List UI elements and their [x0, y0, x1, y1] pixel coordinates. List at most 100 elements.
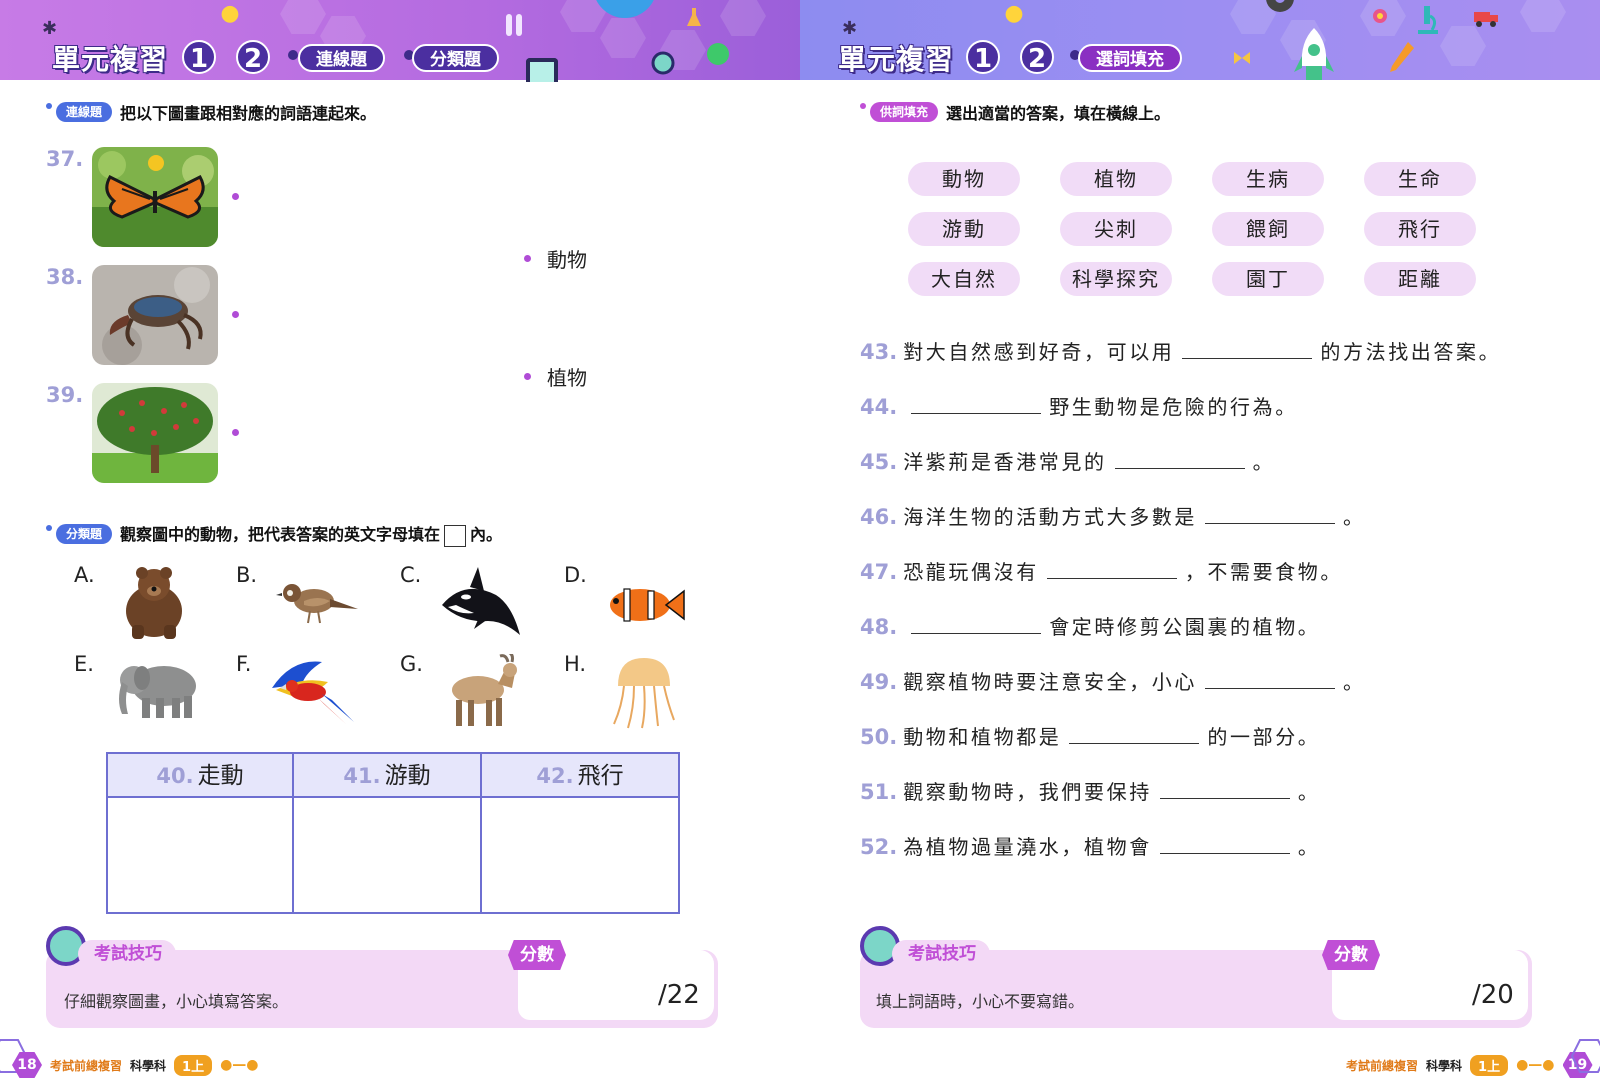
animal-letter: E. — [74, 652, 94, 676]
bear-icon — [126, 567, 182, 639]
word-bank-item[interactable]: 大自然 — [908, 262, 1020, 296]
flask-icon — [687, 8, 701, 26]
unit-number-2: 2 — [236, 40, 270, 74]
section-tag-classify: 分類題 — [56, 523, 113, 544]
question-number: 40. — [156, 764, 194, 788]
heading-dot — [46, 103, 52, 109]
animal-f: F. — [236, 652, 396, 732]
header-tag-matching: 連線題 — [298, 44, 385, 72]
pencil-icon — [1390, 42, 1414, 72]
matching-instruction: 把以下圖畫跟相對應的詞語連起來。 — [120, 104, 377, 123]
word-bank-item[interactable]: 園丁 — [1212, 262, 1324, 296]
animal-g: G. — [400, 652, 560, 732]
answer-blank[interactable] — [1205, 669, 1336, 689]
word-bank-item[interactable]: 尖刺 — [1060, 212, 1172, 246]
option-dot[interactable] — [524, 255, 531, 262]
answer-blank[interactable] — [1159, 779, 1290, 799]
animal-b: B. — [236, 563, 396, 643]
butterfly-photo — [92, 147, 218, 247]
answer-box-sample — [444, 524, 467, 547]
word-bank-item[interactable]: 生命 — [1364, 162, 1476, 196]
score-total: /22 — [658, 980, 700, 1010]
answer-cell[interactable] — [108, 798, 292, 910]
answer-cell[interactable] — [294, 798, 480, 910]
header-label: 游動 — [384, 763, 431, 789]
answer-blank[interactable] — [1046, 559, 1177, 579]
lightbulb-icon: ● — [1004, 1, 1024, 26]
match-option-plant[interactable]: 植物 — [524, 362, 587, 391]
goat-icon — [452, 654, 517, 726]
question-text-after: 。 — [1297, 835, 1321, 859]
corner-decoration — [1570, 1039, 1600, 1073]
crab-photo — [92, 265, 218, 365]
answer-blank[interactable] — [1182, 339, 1313, 359]
animal-letter: C. — [400, 563, 422, 587]
score-total: /20 — [1472, 980, 1514, 1010]
connector-icon: ●—● — [220, 1057, 259, 1073]
match-dot[interactable] — [232, 193, 239, 200]
question-text-after: 野生動物是危險的行為。 — [1049, 395, 1298, 419]
page-footer: 考試前總複習 科學科 1上 ●—● 19 — [1346, 1052, 1593, 1078]
question-text-before: 恐龍玩偶沒有 — [903, 560, 1039, 584]
answer-blank[interactable] — [911, 614, 1042, 634]
question-text-before: 動物和植物都是 — [903, 725, 1062, 749]
word-bank-item[interactable]: 科學探究 — [1060, 262, 1172, 296]
word-bank-item[interactable]: 生病 — [1212, 162, 1324, 196]
answer-cell[interactable] — [482, 798, 678, 910]
earth-icon — [596, 0, 654, 18]
word-bank-item[interactable]: 餵飼 — [1212, 212, 1324, 246]
header-band: ✱ ● 單元複習 1 2 連線題 分類題 — [0, 0, 800, 82]
fill-question-45: 45. 洋紫荊是香港常見的 。 — [860, 446, 1275, 475]
match-item-38: 38. — [46, 265, 286, 365]
orca-icon — [442, 567, 520, 635]
fill-question-51: 51. 觀察動物時，我們要保持 。 — [860, 776, 1320, 805]
match-dot[interactable] — [232, 429, 239, 436]
table-header: 42. 飛行 — [482, 754, 678, 798]
microscope-icon — [1418, 6, 1438, 34]
screen-icon — [526, 58, 558, 82]
word-bank-item[interactable]: 植物 — [1060, 162, 1172, 196]
header-band: ✱ ● 單元複習 1 2 選詞填充 — [800, 0, 1600, 80]
match-option-animal[interactable]: 動物 — [524, 244, 587, 273]
question-number: 41. — [343, 764, 381, 788]
fill-question-43: 43. 對大自然感到好奇，可以用 的方法找出答案。 — [860, 336, 1501, 365]
animal-letter: A. — [74, 563, 95, 587]
word-bank-item[interactable]: 游動 — [908, 212, 1020, 246]
unit-number-1: 1 — [182, 40, 216, 74]
book-title: 考試前總複習 — [1346, 1058, 1419, 1073]
answer-blank[interactable] — [911, 394, 1042, 414]
question-number: 37. — [46, 147, 84, 171]
lightbulb-icon: ● — [220, 1, 240, 26]
answer-blank[interactable] — [1069, 724, 1200, 744]
answer-blank[interactable] — [1205, 504, 1336, 524]
page-number: 18 — [12, 1052, 42, 1078]
jellyfish-icon — [613, 658, 675, 729]
question-number: 43. — [860, 340, 898, 364]
tree-photo — [92, 383, 218, 483]
table-column-walk: 40. 走動 — [108, 754, 294, 912]
question-text-after: 。 — [1343, 505, 1366, 529]
animal-letter: H. — [564, 652, 587, 676]
parrot-icon — [272, 661, 354, 724]
word-bank-item[interactable]: 距離 — [1364, 262, 1476, 296]
heading-dot — [46, 524, 52, 531]
tips-text: 填上詞語時，小心不要寫錯。 — [876, 992, 1085, 1011]
word-fill-instruction: 選出適當的答案，填在橫線上。 — [946, 104, 1171, 123]
answer-blank[interactable] — [1159, 834, 1290, 854]
option-dot[interactable] — [524, 373, 531, 380]
gear-icon: ✱ — [842, 18, 858, 39]
sparrow-icon — [276, 584, 358, 624]
animal-e: E. — [74, 652, 234, 732]
instruction-part: 內。 — [470, 525, 503, 544]
question-number: 46. — [860, 505, 898, 529]
answer-blank[interactable] — [1114, 449, 1245, 469]
match-dot[interactable] — [232, 311, 239, 318]
score-label: 分數 — [508, 940, 566, 970]
truck-icon — [1474, 12, 1498, 27]
word-bank-item[interactable]: 飛行 — [1364, 212, 1476, 246]
page-footer: 18 考試前總複習 科學科 1上 ●—● — [12, 1052, 259, 1078]
section-tag-word-fill: 供詞填充 — [870, 102, 939, 122]
header-label: 飛行 — [577, 763, 624, 789]
word-bank-item[interactable]: 動物 — [908, 162, 1020, 196]
fill-question-46: 46. 海洋生物的活動方式大多數是 。 — [860, 501, 1366, 530]
